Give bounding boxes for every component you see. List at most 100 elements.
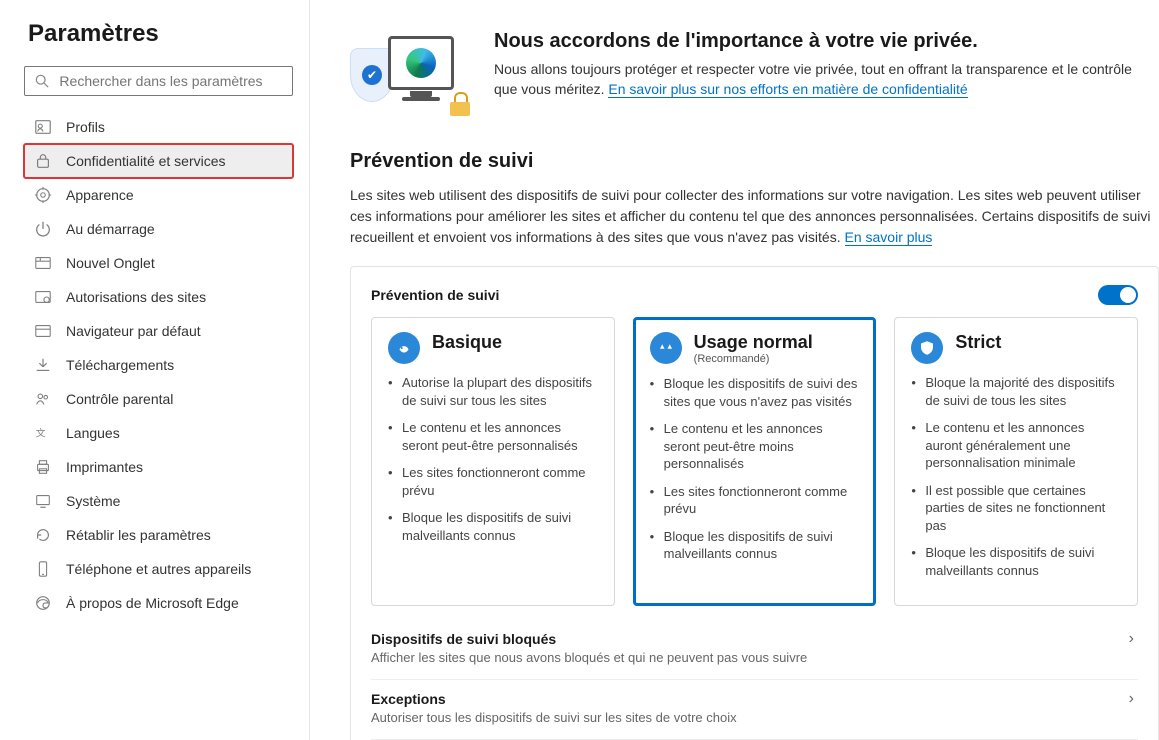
level-point: Bloque les dispositifs de suivi des site… (650, 375, 860, 410)
nav-label: Nouvel Onglet (66, 255, 155, 271)
nav-label: Contrôle parental (66, 391, 173, 407)
level-point: Les sites fonctionneront comme prévu (650, 483, 860, 518)
nav-label: Apparence (66, 187, 134, 203)
nav-label: Téléchargements (66, 357, 174, 373)
edge-icon (34, 594, 52, 612)
intro-body: Nous allons toujours protéger et respect… (494, 59, 1159, 100)
nav-label: Confidentialité et services (66, 153, 226, 169)
tracking-toggle-row: Prévention de suivi (371, 285, 1138, 305)
svg-text:文: 文 (36, 427, 46, 440)
nav-item-privacy[interactable]: Confidentialité et services (24, 144, 293, 178)
nav-item-languages[interactable]: 文 Langues (24, 416, 293, 450)
nav-label: Système (66, 493, 120, 509)
nav-label: Rétablir les paramètres (66, 527, 211, 543)
privacy-graphic (350, 30, 470, 120)
nav-label: Imprimantes (66, 459, 143, 475)
nav-label: À propos de Microsoft Edge (66, 595, 239, 611)
level-point: Autorise la plupart des dispositifs de s… (388, 374, 598, 409)
edge-logo-icon (406, 48, 436, 78)
level-basic[interactable]: Basique Autorise la plupart des disposit… (371, 317, 615, 606)
printer-icon (34, 458, 52, 476)
nav-item-newtab[interactable]: Nouvel Onglet (24, 246, 293, 280)
balanced-icon (650, 332, 682, 364)
exceptions-desc: Autoriser tous les dispositifs de suivi … (371, 710, 1138, 739)
nav-item-profiles[interactable]: Profils (24, 110, 293, 144)
nav-item-reset[interactable]: Rétablir les paramètres (24, 518, 293, 552)
settings-main: Nous accordons de l'importance à votre v… (310, 0, 1159, 740)
basic-icon (388, 332, 420, 364)
nav-item-printers[interactable]: Imprimantes (24, 450, 293, 484)
blocked-trackers-title: Dispositifs de suivi bloqués (371, 631, 556, 647)
monitor-icon (388, 36, 454, 90)
search-icon (35, 73, 49, 89)
level-balanced[interactable]: Usage normal (Recommandé) Bloque les dis… (633, 317, 877, 606)
nav-item-site-permissions[interactable]: Autorisations des sites (24, 280, 293, 314)
level-point: Bloque les dispositifs de suivi malveill… (650, 528, 860, 563)
tracking-toggle[interactable] (1098, 285, 1138, 305)
settings-search-input[interactable] (59, 73, 282, 89)
level-point: Bloque les dispositifs de suivi malveill… (388, 509, 598, 544)
phone-icon (34, 560, 52, 578)
nav-label: Au démarrage (66, 221, 155, 237)
nav-label: Téléphone et autres appareils (66, 561, 251, 577)
level-point: Bloque la majorité des dispositifs de su… (911, 374, 1121, 409)
settings-sidebar: Paramètres Profils Confidentialité et se… (0, 0, 310, 740)
nav-item-default-browser[interactable]: Navigateur par défaut (24, 314, 293, 348)
permissions-icon (34, 288, 52, 306)
intro-learn-more-link[interactable]: En savoir plus sur nos efforts en matièr… (608, 81, 967, 98)
level-point: Le contenu et les annonces seront peut-ê… (388, 419, 598, 454)
level-point: Il est possible que certaines parties de… (911, 482, 1121, 535)
level-balanced-rec: (Recommandé) (694, 353, 813, 365)
tracking-prevention-desc: Les sites web utilisent des dispositifs … (350, 185, 1159, 248)
nav-item-startup[interactable]: Au démarrage (24, 212, 293, 246)
intro-heading: Nous accordons de l'importance à votre v… (494, 30, 1159, 53)
exceptions-title: Exceptions (371, 691, 446, 707)
level-basic-title: Basique (432, 332, 502, 353)
strict-icon (911, 332, 943, 364)
nav-item-about[interactable]: À propos de Microsoft Edge (24, 586, 293, 620)
tracking-card: Prévention de suivi Basique Autorise la … (350, 266, 1159, 740)
nav-item-appearance[interactable]: Apparence (24, 178, 293, 212)
settings-search[interactable] (24, 66, 293, 96)
level-strict-title: Strict (955, 332, 1001, 353)
system-icon (34, 492, 52, 510)
tracking-toggle-label: Prévention de suivi (371, 287, 499, 303)
power-icon (34, 220, 52, 238)
settings-title: Paramètres (24, 20, 293, 48)
padlock-icon (450, 92, 470, 116)
language-icon: 文 (34, 424, 52, 442)
chevron-right-icon: › (1129, 690, 1138, 708)
level-point: Le contenu et les annonces seront peut-ê… (650, 420, 860, 473)
profile-icon (34, 118, 52, 136)
nav-item-family[interactable]: Contrôle parental (24, 382, 293, 416)
settings-nav-list: Profils Confidentialité et services Appa… (24, 110, 293, 620)
nav-item-downloads[interactable]: Téléchargements (24, 348, 293, 382)
family-icon (34, 390, 52, 408)
level-strict[interactable]: Strict Bloque la majorité des dispositif… (894, 317, 1138, 606)
exceptions-row[interactable]: Exceptions › (371, 680, 1138, 710)
blocked-trackers-row[interactable]: Dispositifs de suivi bloqués › (371, 620, 1138, 650)
level-balanced-title: Usage normal (694, 332, 813, 353)
level-point: Les sites fonctionneront comme prévu (388, 464, 598, 499)
chevron-right-icon: › (1129, 630, 1138, 648)
nav-item-phone[interactable]: Téléphone et autres appareils (24, 552, 293, 586)
privacy-intro: Nous accordons de l'importance à votre v… (350, 30, 1159, 120)
level-point: Le contenu et les annonces auront généra… (911, 419, 1121, 472)
nav-label: Profils (66, 119, 105, 135)
browser-icon (34, 322, 52, 340)
nav-label: Langues (66, 425, 120, 441)
grid-icon (34, 254, 52, 272)
reset-icon (34, 526, 52, 544)
lock-icon (34, 152, 52, 170)
appearance-icon (34, 186, 52, 204)
level-point: Bloque les dispositifs de suivi malveill… (911, 544, 1121, 579)
tracking-prevention-title: Prévention de suivi (350, 150, 1159, 173)
tracking-desc-text: Les sites web utilisent des dispositifs … (350, 187, 1151, 245)
download-icon (34, 356, 52, 374)
blocked-trackers-desc: Afficher les sites que nous avons bloqué… (371, 650, 1138, 679)
nav-item-system[interactable]: Système (24, 484, 293, 518)
tracking-learn-more-link[interactable]: En savoir plus (845, 229, 933, 246)
nav-label: Autorisations des sites (66, 289, 206, 305)
intro-text: Nous accordons de l'importance à votre v… (494, 30, 1159, 120)
nav-label: Navigateur par défaut (66, 323, 201, 339)
